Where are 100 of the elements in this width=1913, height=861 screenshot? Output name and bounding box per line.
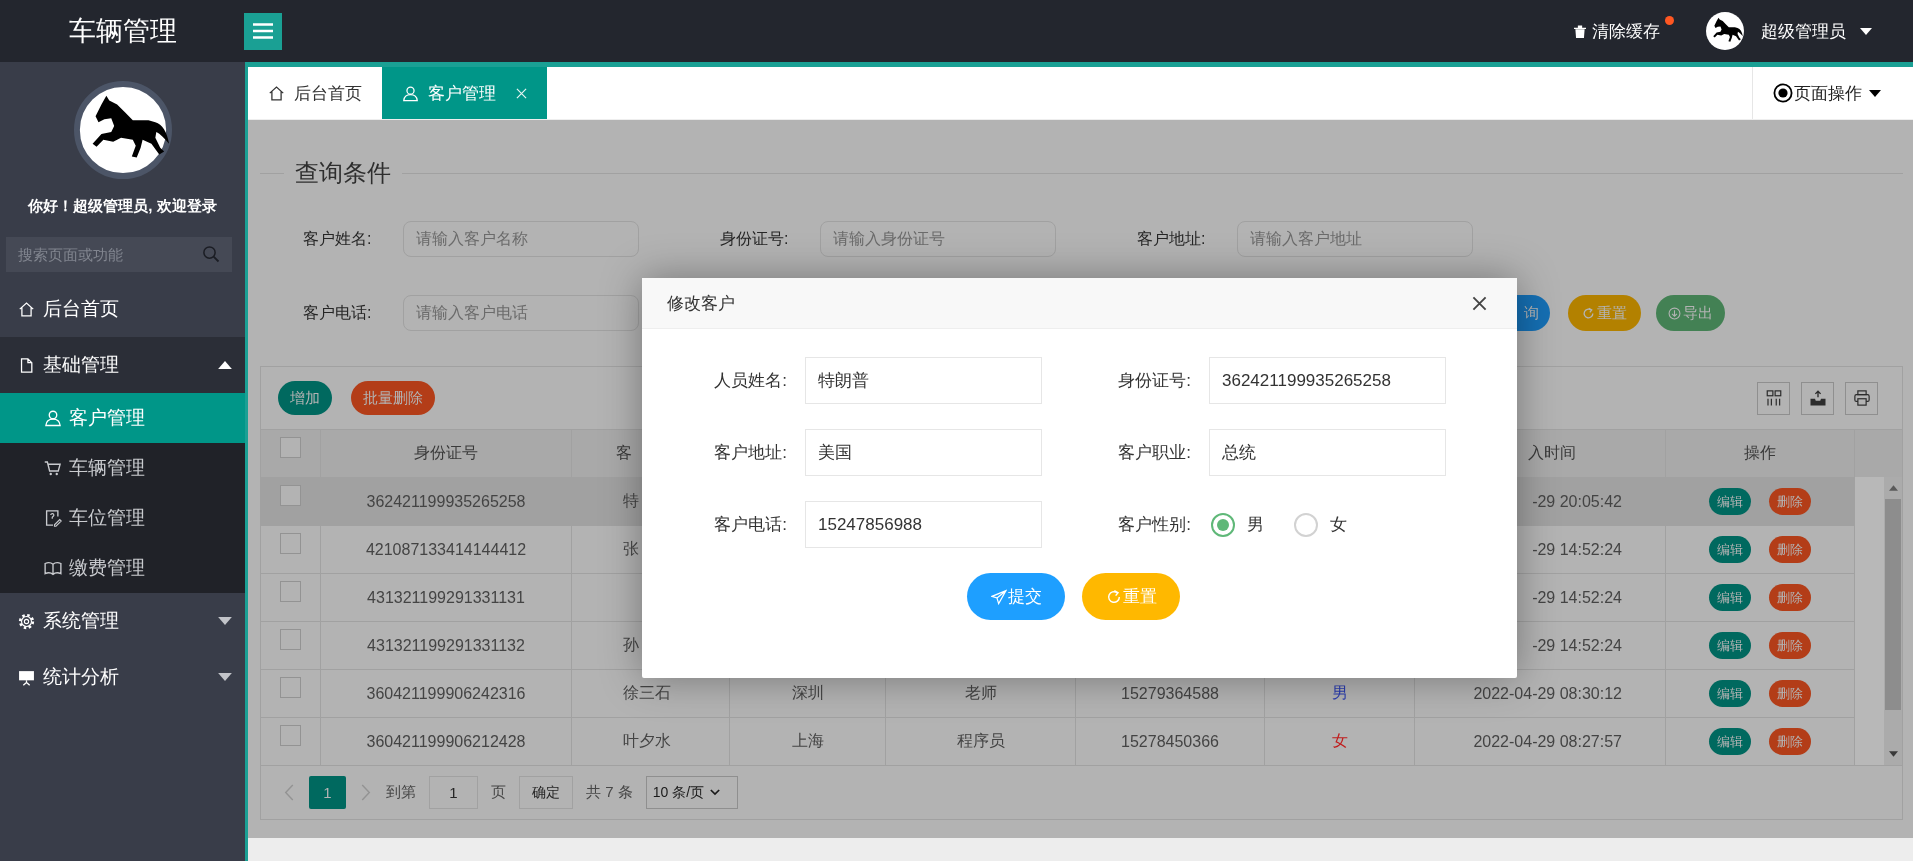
row-checkbox[interactable] bbox=[280, 629, 301, 650]
edit-button[interactable]: 编辑 bbox=[1709, 584, 1751, 611]
total-count: 共 7 条 bbox=[586, 783, 633, 802]
table-cell-text: 特 bbox=[623, 491, 639, 511]
table-cell: -29 14:52:24 bbox=[1532, 588, 1622, 607]
search-icon[interactable] bbox=[202, 245, 220, 263]
menu-item[interactable]: 车辆管理 bbox=[0, 443, 245, 493]
columns-button[interactable] bbox=[1757, 381, 1790, 415]
table-cell: 2022-04-29 08:30:12 bbox=[1473, 684, 1622, 703]
chevron-left-icon bbox=[284, 784, 294, 801]
scrollbar-track[interactable] bbox=[1884, 477, 1902, 765]
chevron-down-icon bbox=[710, 789, 721, 796]
tab[interactable]: 客户管理 bbox=[382, 67, 547, 119]
close-icon[interactable] bbox=[1472, 295, 1487, 311]
trash-icon bbox=[1574, 24, 1586, 38]
home-icon bbox=[18, 300, 35, 318]
row-checkbox[interactable] bbox=[280, 581, 301, 602]
row-checkbox[interactable] bbox=[280, 725, 301, 746]
delete-button[interactable]: 删除 bbox=[1769, 632, 1811, 659]
search-button[interactable]: 询 bbox=[1517, 295, 1550, 331]
scroll-down-icon[interactable] bbox=[1888, 751, 1898, 757]
add-button[interactable]: 增加 bbox=[278, 381, 332, 415]
table-row[interactable]: 360421199906212428 叶夕水 上海 程序员 15278450366 女 2022-04-29 08:27:57 编辑 删除 bbox=[261, 717, 1855, 765]
table-cell: -29 14:52:24 bbox=[1532, 540, 1622, 559]
edit-button[interactable]: 编辑 bbox=[1709, 632, 1751, 659]
row-checkbox[interactable] bbox=[280, 485, 301, 506]
page-number-button[interactable]: 1 bbox=[309, 776, 346, 809]
radio-button[interactable] bbox=[1211, 512, 1235, 537]
previous-page-button[interactable] bbox=[282, 784, 296, 801]
user-icon bbox=[402, 84, 419, 102]
table-cell-text: 叶夕水 bbox=[623, 731, 671, 751]
search-input[interactable]: 请输入客户电话 bbox=[403, 295, 639, 331]
menu-item[interactable]: 基础管理 bbox=[0, 337, 245, 393]
export-button[interactable]: 导出 bbox=[1656, 295, 1725, 331]
open-book-icon bbox=[44, 559, 62, 577]
dialog-title: 修改客户 bbox=[667, 292, 735, 315]
select-all-checkbox[interactable] bbox=[280, 437, 301, 458]
caret-down-icon bbox=[1869, 89, 1881, 97]
row-checkbox[interactable] bbox=[280, 677, 301, 698]
menu-search-field[interactable]: 搜索页面或功能 bbox=[6, 237, 232, 272]
menu-item[interactable]: 客户管理 bbox=[0, 393, 245, 443]
menu-item[interactable]: 后台首页 bbox=[0, 281, 245, 337]
delete-button[interactable]: 删除 bbox=[1769, 536, 1811, 563]
delete-button[interactable]: 删除 bbox=[1769, 680, 1811, 707]
tab[interactable]: 后台首页 bbox=[248, 67, 382, 119]
radio-button[interactable] bbox=[1294, 512, 1318, 537]
text-input[interactable]: 总统 bbox=[1209, 429, 1446, 476]
caret-down-icon bbox=[218, 617, 232, 625]
print-button[interactable] bbox=[1845, 381, 1878, 415]
scrollbar-thumb[interactable] bbox=[1885, 499, 1901, 710]
text-input[interactable]: 362421199935265258 bbox=[1209, 357, 1446, 404]
menu-item[interactable]: 车位管理 bbox=[0, 493, 245, 543]
delete-button[interactable]: 删除 bbox=[1769, 488, 1811, 515]
delete-button[interactable]: 批量删除 bbox=[351, 381, 435, 415]
table-cell: 360421199906212428 bbox=[366, 732, 526, 751]
field-label: 客户地址: bbox=[714, 442, 787, 464]
user-menu[interactable]: 超级管理员 bbox=[1706, 12, 1872, 50]
edit-button[interactable]: 编辑 bbox=[1709, 680, 1751, 707]
table-cell: 362421199935265258 bbox=[366, 492, 526, 511]
app-title: 车辆管理 bbox=[67, 15, 178, 48]
edit-button[interactable]: 编辑 bbox=[1709, 536, 1751, 563]
clear-cache-link[interactable]: 清除缓存 bbox=[1574, 19, 1674, 43]
text-input[interactable]: 15247856988 bbox=[805, 501, 1042, 548]
edit-button[interactable]: 编辑 bbox=[1709, 488, 1751, 515]
table-cell-text: 深圳 bbox=[791, 683, 824, 703]
table-cell-text: 张 bbox=[623, 539, 639, 559]
row-checkbox[interactable] bbox=[280, 533, 301, 554]
tray-upload-icon bbox=[1808, 389, 1827, 407]
chevron-right-icon bbox=[361, 784, 371, 801]
table-cell: -29 20:05:42 bbox=[1532, 492, 1622, 511]
confirm-button[interactable]: 确定 bbox=[519, 776, 573, 809]
search-input[interactable]: 请输入客户名称 bbox=[403, 221, 639, 257]
delete-button[interactable]: 删除 bbox=[1769, 728, 1811, 755]
scroll-up-icon[interactable] bbox=[1888, 485, 1898, 491]
table-cell-text: 上海 bbox=[791, 731, 824, 751]
caret-down-icon bbox=[218, 673, 232, 681]
menu-toggle-button[interactable] bbox=[244, 12, 282, 50]
page-size-select[interactable]: 10 条/页 bbox=[645, 776, 738, 809]
next-page-button[interactable] bbox=[359, 784, 373, 801]
text-input[interactable]: 美国 bbox=[805, 429, 1042, 476]
menu-item[interactable]: 缴费管理 bbox=[0, 543, 245, 593]
menu-item[interactable]: 系统管理 bbox=[0, 593, 245, 649]
field-label: 客户电话: bbox=[714, 514, 787, 536]
menu-item[interactable]: 统计分析 bbox=[0, 649, 245, 705]
field-label: 客户电话: bbox=[303, 302, 373, 323]
delete-button[interactable]: 删除 bbox=[1769, 584, 1811, 611]
page-actions-menu[interactable]: 页面操作 bbox=[1752, 67, 1913, 119]
text-input[interactable]: 特朗普 bbox=[805, 357, 1042, 404]
search-input[interactable]: 请输入身份证号 bbox=[820, 221, 1056, 257]
field-label: 客户姓名: bbox=[303, 228, 373, 249]
presentation-board-icon bbox=[18, 668, 35, 686]
export-button[interactable] bbox=[1801, 381, 1834, 415]
table-cell-text: 男 bbox=[1331, 683, 1348, 703]
page-number-field[interactable]: 1 bbox=[429, 776, 478, 809]
caret-up-icon bbox=[218, 361, 232, 369]
gear-icon bbox=[18, 612, 35, 630]
edit-button[interactable]: 编辑 bbox=[1709, 728, 1751, 755]
submit-button[interactable]: 提交 bbox=[967, 573, 1065, 620]
table-cell-text: 孙 bbox=[623, 635, 639, 655]
search-input[interactable]: 请输入客户地址 bbox=[1237, 221, 1473, 257]
